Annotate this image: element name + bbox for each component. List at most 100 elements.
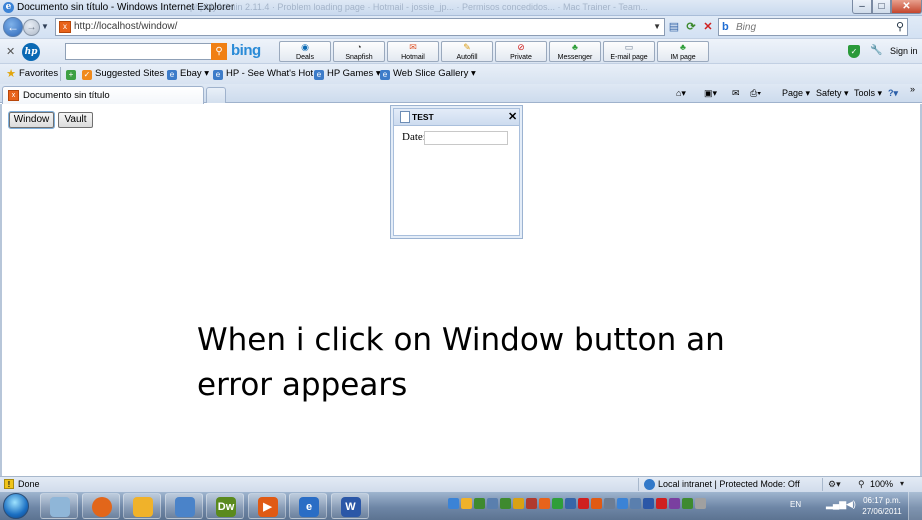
dreamweaver-taskbar-button[interactable]: Dw — [206, 493, 244, 519]
tray-app-icon[interactable] — [448, 498, 459, 509]
volume-icon[interactable]: ◀) — [846, 499, 856, 510]
tools-menu[interactable]: Tools ▾ — [854, 88, 882, 99]
dialog-close-icon[interactable]: ✕ — [508, 110, 517, 123]
maximize-button[interactable]: □ — [872, 0, 891, 14]
help-icon[interactable]: ?▾ — [888, 88, 898, 99]
favorite-hp-games[interactable]: e HP Games ▾ — [314, 68, 381, 80]
site-favicon-icon: x — [59, 21, 71, 33]
tray-app-icon[interactable] — [643, 498, 654, 509]
messenger-icon: ♣ — [572, 42, 578, 52]
favorite-suggested-sites[interactable]: ✓ Suggested Sites ▾ — [82, 68, 172, 80]
favorites-label: Favorites — [19, 68, 59, 79]
messenger-button[interactable]: ♣ Messenger — [549, 41, 601, 62]
tray-app-icon[interactable] — [474, 498, 485, 509]
sign-in-link[interactable]: Sign in — [890, 46, 918, 56]
vault-button[interactable]: Vault — [58, 112, 93, 128]
media-player-taskbar-button[interactable]: ▶ — [247, 493, 286, 519]
search-icon[interactable]: ⚲ — [896, 20, 904, 33]
page-menu[interactable]: Page ▾ — [782, 88, 810, 99]
tray-app-icon[interactable] — [513, 498, 524, 509]
tray-app-icon[interactable] — [500, 498, 511, 509]
address-url[interactable]: http://localhost/window/ — [74, 21, 177, 32]
private-button[interactable]: ⊘ Private — [495, 41, 547, 62]
favorite-web-slice-gallery[interactable]: e Web Slice Gallery ▾ — [380, 68, 476, 80]
tray-app-icon[interactable] — [630, 498, 641, 509]
tray-app-icon[interactable] — [682, 498, 693, 509]
stop-icon[interactable]: ✕ — [700, 19, 716, 35]
tray-app-icon[interactable] — [565, 498, 576, 509]
snapfish-button[interactable]: ◔ Snapfish — [333, 41, 385, 62]
tray-app-icon[interactable] — [617, 498, 628, 509]
hp-logo-icon[interactable]: hp — [22, 43, 40, 61]
hp-button-label: Deals — [296, 54, 314, 61]
new-tab-button[interactable] — [206, 87, 226, 103]
language-indicator[interactable]: EN — [790, 500, 801, 509]
e-mail-page-button[interactable]: ▭ E-mail page — [603, 41, 655, 62]
home-icon[interactable]: ⌂▾ — [676, 88, 686, 99]
zoom-level[interactable]: 100% — [870, 479, 893, 489]
tab-documento-sin-titulo[interactable]: x Documento sin título — [2, 86, 204, 104]
compatibility-view-icon[interactable]: ▤ — [666, 19, 682, 35]
feeds-icon[interactable]: ▣▾ — [704, 88, 717, 99]
outlook-taskbar-button[interactable] — [123, 493, 161, 519]
security-zone[interactable]: Local intranet | Protected Mode: Off — [658, 479, 800, 489]
address-dropdown-icon[interactable]: ▼ — [653, 22, 661, 31]
tray-app-icon[interactable] — [487, 498, 498, 509]
address-bar[interactable]: x http://localhost/window/ ▼ — [55, 18, 665, 36]
suggested-sites-icon: ✓ — [82, 70, 92, 80]
internet-explorer-taskbar-button[interactable]: e — [289, 493, 327, 519]
mail-icon[interactable]: ✉ — [732, 88, 740, 99]
tray-app-icon[interactable] — [656, 498, 667, 509]
tray-app-icon[interactable] — [669, 498, 680, 509]
history-dropdown-icon[interactable]: ▼ — [41, 22, 49, 31]
shield-icon[interactable]: ✓ — [848, 45, 860, 58]
minimize-button[interactable]: – — [852, 0, 872, 14]
firefox-icon — [91, 497, 112, 517]
favorite-ebay[interactable]: e Ebay ▾ — [167, 68, 209, 80]
search-input[interactable] — [736, 20, 886, 34]
close-window-button[interactable]: ✕ — [891, 0, 922, 14]
wrench-icon[interactable]: 🔧 — [870, 45, 882, 56]
tray-app-icon[interactable] — [539, 498, 550, 509]
forward-button[interactable]: → — [23, 19, 40, 36]
tray-app-icon[interactable] — [604, 498, 615, 509]
favorite-hp-see-whats-hot[interactable]: e HP - See What's Hot ▾ — [213, 68, 321, 80]
overflow-chevron-icon[interactable]: » — [910, 84, 915, 94]
zoom-icon[interactable]: ⚲ — [858, 479, 865, 490]
print-icon[interactable]: ⎙▾ — [750, 88, 761, 99]
explorer-taskbar-button[interactable] — [40, 493, 78, 519]
clock[interactable]: 06:17 p.m. 27/06/2011 — [860, 495, 904, 517]
firefox-taskbar-button[interactable] — [81, 493, 120, 519]
dialog-body: TEST ✕ Date: — [393, 108, 520, 236]
files-taskbar-button[interactable] — [164, 493, 203, 519]
deals-button[interactable]: ◉ Deals — [279, 41, 331, 62]
add-favorite-icon[interactable]: + — [66, 68, 79, 80]
tray-app-icon[interactable] — [578, 498, 589, 509]
autofill-button[interactable]: ✎ Autofill — [441, 41, 493, 62]
tray-app-icon[interactable] — [591, 498, 602, 509]
start-button[interactable] — [3, 493, 29, 519]
back-button[interactable]: ← — [3, 17, 23, 37]
tray-app-icon[interactable] — [461, 498, 472, 509]
show-desktop-button[interactable] — [908, 492, 922, 520]
refresh-icon[interactable]: ⟳ — [683, 19, 699, 35]
tray-app-icon[interactable] — [552, 498, 563, 509]
close-toolbar-icon[interactable]: ✕ — [6, 45, 15, 58]
favorite-label: HP - See What's Hot ▾ — [226, 68, 321, 79]
im-page-button[interactable]: ♣ IM page — [657, 41, 709, 62]
dialog-header[interactable]: TEST ✕ — [394, 109, 519, 126]
safety-menu[interactable]: Safety ▾ — [816, 88, 849, 99]
window-button[interactable]: Window — [9, 112, 54, 128]
hp-search-button[interactable]: ⚲ — [211, 43, 227, 60]
network-icon[interactable]: ▂▄▆ — [826, 499, 846, 510]
date-field[interactable] — [424, 131, 508, 145]
zoom-dropdown-icon[interactable]: ▾ — [900, 479, 904, 488]
hp-search-input[interactable] — [65, 43, 227, 60]
word-taskbar-button[interactable]: W — [330, 493, 369, 519]
tray-app-icon[interactable] — [526, 498, 537, 509]
hotmail-button[interactable]: ✉ Hotmail — [387, 41, 439, 62]
search-box[interactable]: b — [718, 18, 908, 36]
favorites-button[interactable]: ★ Favorites — [6, 68, 59, 80]
tray-app-icon[interactable] — [695, 498, 706, 509]
protected-mode-icon[interactable]: ⚙▾ — [828, 479, 841, 490]
